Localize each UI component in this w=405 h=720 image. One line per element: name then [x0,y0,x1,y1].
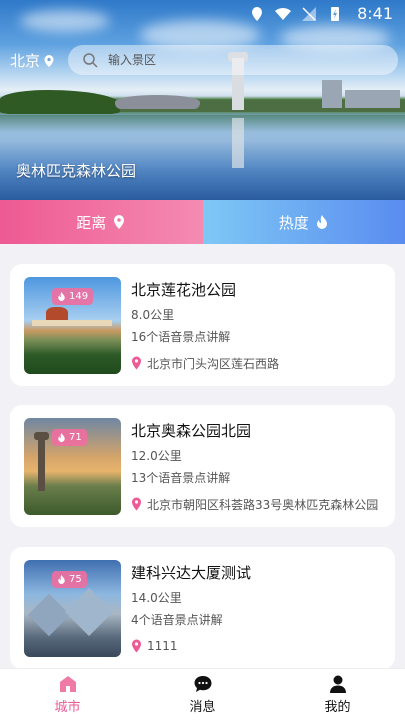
status-time: 8:41 [357,4,393,23]
location-pin-icon [132,497,141,511]
tower-top [34,432,49,440]
spot-distance: 8.0公里 [131,308,175,322]
battery-charging-icon [331,7,339,21]
nav-label: 我的 [324,700,351,715]
spot-info: 建科兴达大厦测试 14.0公里 4个语音景点讲解 1111 [131,561,386,655]
status-icons [249,6,343,22]
location-pin-icon [132,639,141,653]
search-bar[interactable] [68,45,398,75]
heat-badge: 149 [52,288,94,305]
spot-card[interactable]: 75 建科兴达大厦测试 14.0公里 4个语音景点讲解 1111 [10,547,395,669]
nav-label: 城市 [54,700,81,715]
chat-bubble-icon [194,676,211,692]
hero-title: 奥林匹克森林公园 [16,162,137,180]
flame-icon [316,215,327,229]
search-icon [83,53,98,68]
city-selector[interactable]: 北京 [10,50,56,71]
spot-address-text: 北京市朝阳区科荟路33号奥林匹克森林公园 [147,497,379,512]
cloud [20,10,110,32]
search-input[interactable] [108,53,348,67]
spot-address: 1111 [131,637,386,655]
spot-info: 北京莲花池公园 8.0公里 16个语音景点讲解 北京市门头沟区莲石西路 [131,278,386,372]
spot-name: 北京奥森公园北园 [131,422,252,440]
tower-reflection [232,118,244,168]
pavilion-roof [46,307,68,321]
flame-icon [58,433,65,442]
spot-address: 北京市门头沟区莲石西路 [131,354,386,372]
wifi-icon [275,7,291,20]
home-icon [59,676,76,692]
signal-off-icon [302,7,316,21]
panel [64,587,114,637]
location-status-icon [252,7,262,21]
building [345,90,400,108]
location-pin-icon [132,356,141,370]
flame-icon [58,292,65,301]
tower [38,436,45,491]
spot-name: 北京莲花池公园 [131,281,237,299]
nav-profile[interactable]: 我的 [270,669,405,720]
tab-heat[interactable]: 热度 [202,200,405,244]
spot-distance: 12.0公里 [131,449,182,463]
spot-name: 建科兴达大厦测试 [131,564,252,582]
location-pin-icon [44,54,54,67]
city-label: 北京 [10,52,41,70]
nav-label: 消息 [189,700,216,715]
treeline [0,90,120,114]
hero-banner[interactable]: 8:41 北京 奥林匹克森林公园 [0,0,405,200]
tab-distance[interactable]: 距离 [0,200,203,244]
tab-label: 热度 [278,213,309,232]
nav-city[interactable]: 城市 [0,669,135,720]
sort-tabs: 距离 热度 [0,200,405,244]
heat-badge: 71 [52,429,87,446]
building [322,80,342,108]
bottom-nav: 城市 消息 我的 [0,668,405,720]
spot-distance: 14.0公里 [131,591,182,605]
spot-card[interactable]: 149 北京莲花池公园 8.0公里 16个语音景点讲解 北京市门头沟区莲石西路 [10,264,395,386]
stadium-building [115,95,200,109]
flame-icon [58,575,65,584]
heat-count: 75 [69,574,82,585]
location-pin-icon [114,215,125,229]
person-icon [329,675,346,693]
bridge [32,320,112,326]
tab-label: 距离 [76,213,107,232]
spot-address-text: 1111 [147,639,178,653]
spot-audio-count: 13个语音景点讲解 [131,471,231,485]
spot-audio-count: 4个语音景点讲解 [131,613,223,627]
nav-messages[interactable]: 消息 [135,669,270,720]
spot-card[interactable]: 71 北京奥森公园北园 12.0公里 13个语音景点讲解 北京市朝阳区科荟路33… [10,405,395,527]
spot-address: 北京市朝阳区科荟路33号奥林匹克森林公园 [131,495,386,513]
panel [27,593,71,637]
heat-badge: 75 [52,571,87,588]
spot-address-text: 北京市门头沟区莲石西路 [147,356,280,371]
spot-info: 北京奥森公园北园 12.0公里 13个语音景点讲解 北京市朝阳区科荟路33号奥林… [131,419,386,513]
heat-count: 71 [69,432,82,443]
heat-count: 149 [69,291,89,302]
spot-audio-count: 16个语音景点讲解 [131,330,231,344]
lake-reflection [0,115,405,200]
